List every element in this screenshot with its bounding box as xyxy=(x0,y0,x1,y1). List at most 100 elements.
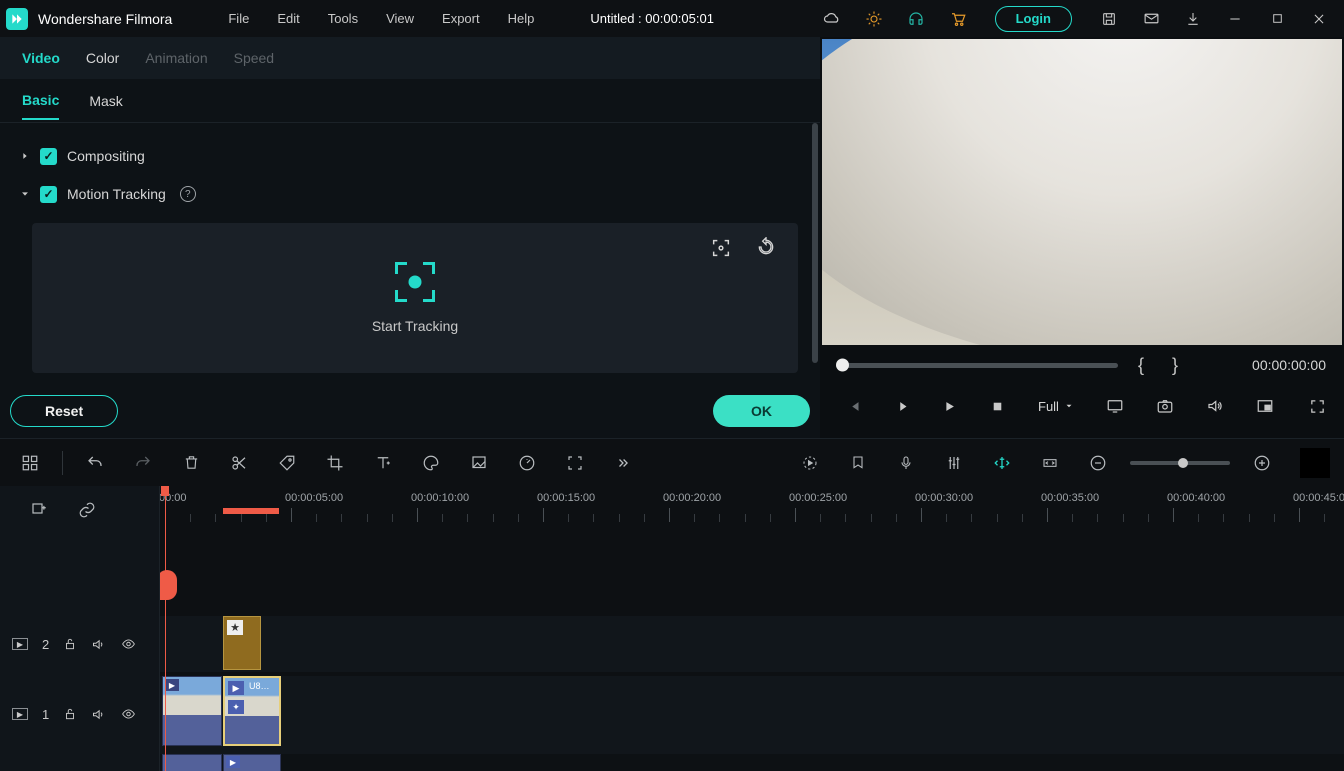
clip-audio-2[interactable]: ▶ xyxy=(223,754,281,771)
checkbox-motion-tracking[interactable]: ✓ xyxy=(40,186,57,203)
auto-ripple-icon[interactable] xyxy=(986,447,1018,479)
chevron-down-icon xyxy=(20,189,30,199)
chevron-right-icon xyxy=(20,151,30,161)
track-play-icon[interactable]: ▶ xyxy=(12,638,28,650)
track-lane-audio[interactable]: ▶ xyxy=(160,754,1344,771)
play-button[interactable] xyxy=(934,391,964,421)
tag-icon[interactable] xyxy=(271,447,303,479)
mark-out-button[interactable]: } xyxy=(1164,355,1186,376)
playhead-handle[interactable] xyxy=(160,570,177,600)
minimize-icon[interactable] xyxy=(1216,3,1254,35)
display-icon[interactable] xyxy=(1106,397,1124,415)
snap-icon[interactable] xyxy=(1034,447,1066,479)
clip-video-selected[interactable]: ▶ U8… ✦ xyxy=(223,676,281,746)
greenscreen-icon[interactable] xyxy=(463,447,495,479)
preview-scrubber[interactable] xyxy=(838,363,1118,368)
menu-help[interactable]: Help xyxy=(496,7,547,30)
clip-effect[interactable]: ★ xyxy=(223,616,261,670)
mark-in-button[interactable]: { xyxy=(1130,355,1152,376)
clip-motion-icon: ✦ xyxy=(228,700,244,714)
speed-icon[interactable] xyxy=(511,447,543,479)
cloud-icon[interactable] xyxy=(813,3,851,35)
step-forward-button[interactable] xyxy=(886,391,916,421)
menu-tools[interactable]: Tools xyxy=(316,7,370,30)
menu-view[interactable]: View xyxy=(374,7,426,30)
marker-icon[interactable] xyxy=(842,447,874,479)
maximize-icon[interactable] xyxy=(1258,3,1296,35)
timeline: ▶ 2 ▶ 1 00:0000:00:05:0000:00:10:0000:00… xyxy=(0,486,1344,771)
volume-icon[interactable] xyxy=(1206,397,1224,415)
stop-button[interactable] xyxy=(982,391,1012,421)
audio-mixer-icon[interactable] xyxy=(938,447,970,479)
menu-edit[interactable]: Edit xyxy=(265,7,311,30)
subtab-mask[interactable]: Mask xyxy=(89,93,122,109)
tab-video[interactable]: Video xyxy=(22,50,60,66)
download-icon[interactable] xyxy=(1174,3,1212,35)
close-icon[interactable] xyxy=(1300,3,1338,35)
text-icon[interactable] xyxy=(367,447,399,479)
render-icon[interactable] xyxy=(794,447,826,479)
zoom-slider[interactable] xyxy=(1130,461,1230,465)
checkbox-compositing[interactable]: ✓ xyxy=(40,148,57,165)
clip-video-1[interactable]: ▶ xyxy=(162,676,222,746)
audio-meter[interactable] xyxy=(1300,448,1330,478)
clip-audio-1[interactable] xyxy=(162,754,222,771)
quality-dropdown[interactable]: Full xyxy=(1038,399,1074,414)
track-header-1: ▶ 1 xyxy=(0,686,159,742)
tips-icon[interactable] xyxy=(855,3,893,35)
prev-frame-button[interactable] xyxy=(838,391,868,421)
section-compositing[interactable]: ✓ Compositing xyxy=(20,137,810,175)
preview-viewport[interactable] xyxy=(822,39,1342,345)
timeline-ruler[interactable]: 00:0000:00:05:0000:00:10:0000:00:15:0000… xyxy=(160,486,1344,534)
mute-icon[interactable] xyxy=(91,707,106,722)
section-motion-tracking[interactable]: ✓ Motion Tracking ? xyxy=(20,175,810,213)
mute-icon[interactable] xyxy=(91,637,106,652)
track-lane-1[interactable]: ▶ ▶ U8… ✦ xyxy=(160,676,1344,756)
lock-icon[interactable] xyxy=(63,707,77,721)
color-icon[interactable] xyxy=(415,447,447,479)
scrollbar[interactable] xyxy=(812,123,818,363)
undo-icon[interactable] xyxy=(79,447,111,479)
login-button[interactable]: Login xyxy=(995,6,1072,32)
crop-icon[interactable] xyxy=(319,447,351,479)
save-icon[interactable] xyxy=(1090,3,1128,35)
menu-export[interactable]: Export xyxy=(430,7,492,30)
fullscreen-icon[interactable] xyxy=(1309,398,1326,415)
track-play-icon[interactable]: ▶ xyxy=(12,708,28,720)
redo-icon[interactable] xyxy=(127,447,159,479)
start-tracking-button[interactable] xyxy=(395,262,435,302)
more-icon[interactable] xyxy=(607,447,639,479)
voiceover-icon[interactable] xyxy=(890,447,922,479)
preview-panel: { } 00:00:00:00 Full xyxy=(820,37,1344,438)
star-icon: ★ xyxy=(227,620,243,635)
reset-tracking-icon[interactable] xyxy=(756,237,776,259)
snapshot-icon[interactable] xyxy=(1156,397,1174,415)
visibility-icon[interactable] xyxy=(120,707,137,721)
cart-icon[interactable] xyxy=(939,3,977,35)
zoom-in-icon[interactable] xyxy=(1246,447,1278,479)
menu-file[interactable]: File xyxy=(216,7,261,30)
media-panel-icon[interactable] xyxy=(14,447,46,479)
add-track-icon[interactable] xyxy=(30,501,48,519)
link-icon[interactable] xyxy=(78,501,96,519)
playhead[interactable] xyxy=(165,486,166,771)
tracking-icon[interactable] xyxy=(559,447,591,479)
help-icon[interactable]: ? xyxy=(180,186,196,202)
zoom-out-icon[interactable] xyxy=(1082,447,1114,479)
split-icon[interactable] xyxy=(223,447,255,479)
delete-icon[interactable] xyxy=(175,447,207,479)
track-lane-2[interactable]: ★ xyxy=(160,616,1344,672)
tab-animation[interactable]: Animation xyxy=(145,50,207,66)
ok-button[interactable]: OK xyxy=(713,395,810,427)
visibility-icon[interactable] xyxy=(120,637,137,651)
subtab-basic[interactable]: Basic xyxy=(22,92,59,120)
timeline-tracks[interactable]: 00:0000:00:05:0000:00:10:0000:00:15:0000… xyxy=(160,486,1344,771)
tab-color[interactable]: Color xyxy=(86,50,119,66)
pip-icon[interactable] xyxy=(1256,397,1274,415)
tab-speed[interactable]: Speed xyxy=(234,50,274,66)
mail-icon[interactable] xyxy=(1132,3,1170,35)
reset-button[interactable]: Reset xyxy=(10,395,118,427)
lock-icon[interactable] xyxy=(63,637,77,651)
tracking-target-icon[interactable] xyxy=(710,237,732,259)
support-icon[interactable] xyxy=(897,3,935,35)
